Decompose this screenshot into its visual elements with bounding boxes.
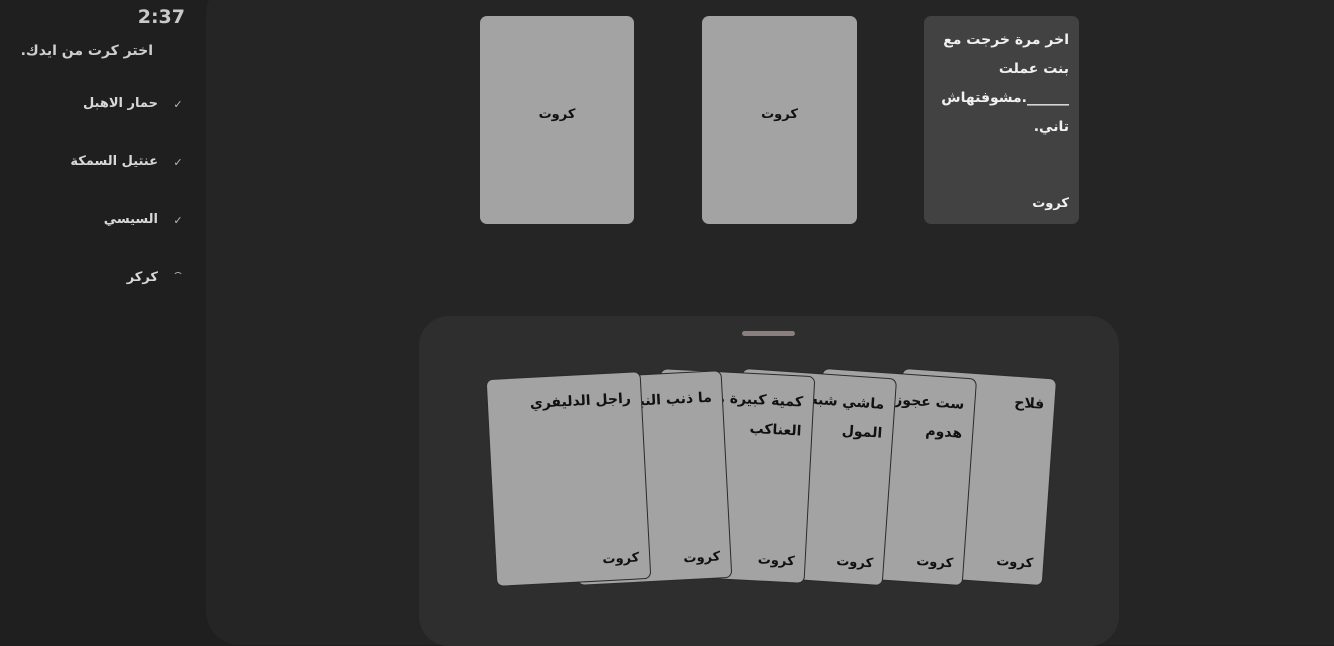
players-sidebar: 2:37 اختر كرت من ايدك. ✓ حمار الاهبل ✓ ع…: [0, 0, 205, 629]
card-brand-label: كروت: [915, 553, 954, 572]
player-item: كركر: [15, 270, 185, 290]
hand-card-selected[interactable]: راجل الدليفري كروت: [485, 371, 652, 587]
check-icon: ✓: [173, 156, 183, 169]
player-name: السيسي: [103, 212, 158, 227]
drag-handle[interactable]: [742, 331, 795, 336]
played-card-facedown[interactable]: كروت: [702, 16, 857, 224]
player-name: عنتيل السمكة: [70, 154, 158, 169]
instruction-text: اختر كرت من ايدك.: [20, 43, 153, 59]
card-brand-label: كروت: [1032, 196, 1069, 211]
black-prompt-card: اخر مرة خرجت مع بنت عملت ______.مشوفتهاش…: [924, 16, 1079, 224]
card-brand-label: كروت: [683, 549, 721, 567]
player-item: ✓ حمار الاهبل: [15, 96, 185, 116]
player-item: ✓ السيسي: [15, 212, 185, 232]
hand-card-text: راجل الدليفري: [529, 390, 632, 412]
player-name: كركر: [126, 270, 158, 285]
card-brand-label: كروت: [835, 553, 874, 572]
check-icon: ✓: [173, 214, 183, 227]
card-brand-label: كروت: [538, 107, 576, 122]
prompt-text: اخر مرة خرجت مع بنت عملت ______.مشوفتهاش…: [941, 32, 1069, 135]
card-brand-label: كروت: [602, 550, 640, 568]
player-name: حمار الاهبل: [82, 96, 158, 111]
check-icon: ✓: [173, 98, 183, 111]
played-card-facedown[interactable]: كروت: [480, 16, 634, 224]
player-item: ✓ عنتيل السمكة: [15, 154, 185, 174]
card-brand-label: كروت: [757, 552, 795, 570]
card-brand-label: كروت: [761, 107, 798, 122]
card-brand-label: كروت: [995, 553, 1034, 572]
round-timer: 2:37: [137, 6, 185, 28]
loading-spinner-icon: [171, 272, 185, 285]
